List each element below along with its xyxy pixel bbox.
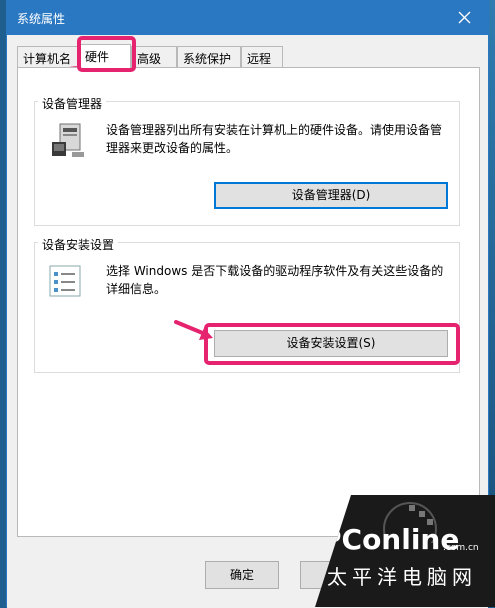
device-install-button-label: 设备安装设置(S) <box>286 336 376 350</box>
tab-label: 高级 <box>137 52 162 66</box>
tab-remote[interactable]: 远程 <box>241 46 283 67</box>
tab-label: 远程 <box>247 52 272 66</box>
device-install-description: 选择 Windows 是否下载设备的驱动程序软件及有关这些设备的详细信息。 <box>106 264 444 296</box>
watermark-domain: .com.cn <box>443 543 479 553</box>
watermark-slogan: 太平洋电脑网 <box>327 565 477 589</box>
watermark-brand: PConline <box>321 523 460 556</box>
device-install-settings-button[interactable]: 设备安装设置(S) <box>214 330 448 357</box>
close-icon <box>458 11 471 24</box>
device-manager-icon <box>52 123 84 157</box>
window-title: 系统属性 <box>17 12 66 26</box>
tab-system-protection[interactable]: 系统保护 <box>177 46 241 67</box>
checklist-icon <box>49 265 81 297</box>
tab-advanced[interactable]: 高级 <box>131 46 177 67</box>
ok-button[interactable]: 确定 <box>205 561 279 589</box>
device-manager-group-label: 设备管理器 <box>38 95 107 112</box>
device-manager-button-label: 设备管理器(D) <box>291 188 371 202</box>
ok-button-label: 确定 <box>229 568 254 582</box>
tab-label: 系统保护 <box>183 52 232 66</box>
device-manager-button[interactable]: 设备管理器(D) <box>214 182 448 209</box>
device-install-group-label: 设备安装设置 <box>38 236 119 253</box>
title-bar: 系统属性 <box>7 1 488 35</box>
hardware-tab-panel: 设备管理器 设备管理器列出所有安装在计算机上的硬件设备。请使用设备管理器来更改设… <box>17 67 480 537</box>
hardware-tab-highlight <box>77 36 136 72</box>
pointer-arrow-icon <box>174 320 213 340</box>
close-button[interactable] <box>442 1 488 35</box>
device-manager-description: 设备管理器列出所有安装在计算机上的硬件设备。请使用设备管理器来更改设备的属性。 <box>106 123 443 155</box>
